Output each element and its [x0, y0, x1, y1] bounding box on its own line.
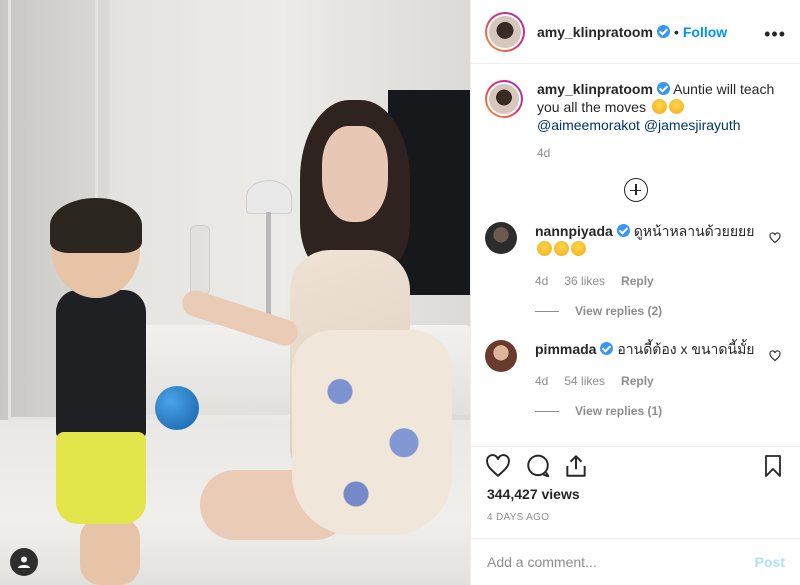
scene-baby-shorts — [56, 432, 146, 524]
add-comment-bar: Post — [471, 538, 800, 585]
post-video[interactable] — [0, 0, 470, 585]
scene-baby-hair — [50, 198, 142, 253]
comment-icon[interactable] — [525, 453, 551, 479]
view-replies-button[interactable]: View replies (2) — [535, 302, 765, 320]
reply-button[interactable]: Reply — [621, 272, 654, 290]
verified-badge-icon — [600, 342, 614, 355]
verified-badge-icon — [656, 82, 670, 95]
comment-username[interactable]: nannpiyada — [535, 223, 613, 239]
comments-section: amy_klinpratoom Auntie will teach you al… — [471, 64, 800, 442]
caption-body: amy_klinpratoom Auntie will teach you al… — [537, 80, 787, 162]
post-side-panel: amy_klinpratoom • Follow ••• amy_klinpra… — [470, 0, 800, 585]
comment-input[interactable] — [487, 554, 755, 570]
plus-circle-icon[interactable] — [624, 178, 648, 202]
scene-baby-leg — [80, 518, 140, 585]
heart-icon[interactable] — [769, 232, 781, 244]
bookmark-icon[interactable] — [761, 453, 785, 479]
scene-dress — [292, 330, 452, 535]
action-bar — [471, 446, 800, 486]
reply-button[interactable]: Reply — [621, 372, 654, 390]
avatar[interactable] — [485, 340, 517, 372]
more-options-icon[interactable]: ••• — [764, 24, 786, 45]
comment-item: pimmada อานดี้ต้อง x ขนาดนี้มั้ย 4d 54 l… — [485, 340, 787, 420]
laughing-emoji-icon — [554, 241, 569, 256]
view-replies-button[interactable]: View replies (1) — [535, 402, 765, 420]
scene-woman-face — [322, 126, 388, 222]
comment-username[interactable]: pimmada — [535, 341, 596, 357]
comment-body: pimmada อานดี้ต้อง x ขนาดนี้มั้ย 4d 54 l… — [535, 340, 765, 420]
post-header: amy_klinpratoom • Follow ••• — [471, 0, 800, 64]
caption-time[interactable]: 4d — [537, 144, 787, 162]
comment-body: nannpiyada ดูหน้าหลานด้วยยยย 4d 36 likes… — [535, 222, 765, 320]
heart-icon[interactable] — [485, 453, 511, 479]
scene-baby-shirt — [56, 290, 146, 440]
header-username[interactable]: amy_klinpratoom — [537, 24, 653, 40]
caption-mention[interactable]: @jamesjirayuth — [644, 117, 741, 133]
comment-likes[interactable]: 54 likes — [564, 372, 605, 390]
header-separator: • — [673, 23, 679, 40]
scene-vase — [190, 225, 210, 295]
scene-ball — [155, 386, 199, 430]
comment-meta: 4d 36 likes Reply — [535, 272, 765, 290]
comment-text: อานดี้ต้อง x ขนาดนี้มั้ย — [617, 341, 755, 357]
post-date[interactable]: 4 DAYS AGO — [487, 512, 549, 523]
verified-badge-icon — [656, 25, 670, 38]
instagram-post: amy_klinpratoom • Follow ••• amy_klinpra… — [0, 0, 800, 585]
comment-meta: 4d 54 likes Reply — [535, 372, 765, 390]
heart-icon[interactable] — [769, 350, 781, 362]
share-icon[interactable] — [563, 453, 589, 479]
caption-mention[interactable]: @aimeemorakot — [537, 117, 640, 133]
scene-lamp — [246, 180, 292, 214]
laughing-emoji-icon — [537, 241, 552, 256]
smile-emoji-icon — [668, 99, 684, 114]
comment-time[interactable]: 4d — [535, 372, 548, 390]
post-comment-button[interactable]: Post — [755, 554, 785, 570]
comment-time[interactable]: 4d — [535, 272, 548, 290]
view-count[interactable]: 344,427 views — [487, 486, 580, 502]
scene-lamp-pole — [266, 212, 271, 322]
smile-emoji-icon — [651, 99, 667, 114]
caption-avatar[interactable] — [485, 80, 523, 118]
verified-badge-icon — [616, 224, 630, 237]
avatar[interactable] — [485, 11, 525, 52]
comment-text: ดูหน้าหลานด้วยยยย — [633, 223, 755, 239]
user-icon[interactable] — [10, 548, 38, 576]
comment-likes[interactable]: 36 likes — [564, 272, 605, 290]
laughing-emoji-icon — [571, 241, 586, 256]
follow-button[interactable]: Follow — [683, 24, 727, 40]
caption-username[interactable]: amy_klinpratoom — [537, 81, 653, 97]
comment-item: nannpiyada ดูหน้าหลานด้วยยยย 4d 36 likes… — [485, 222, 787, 320]
post-caption: amy_klinpratoom Auntie will teach you al… — [485, 80, 787, 162]
avatar[interactable] — [485, 222, 517, 254]
